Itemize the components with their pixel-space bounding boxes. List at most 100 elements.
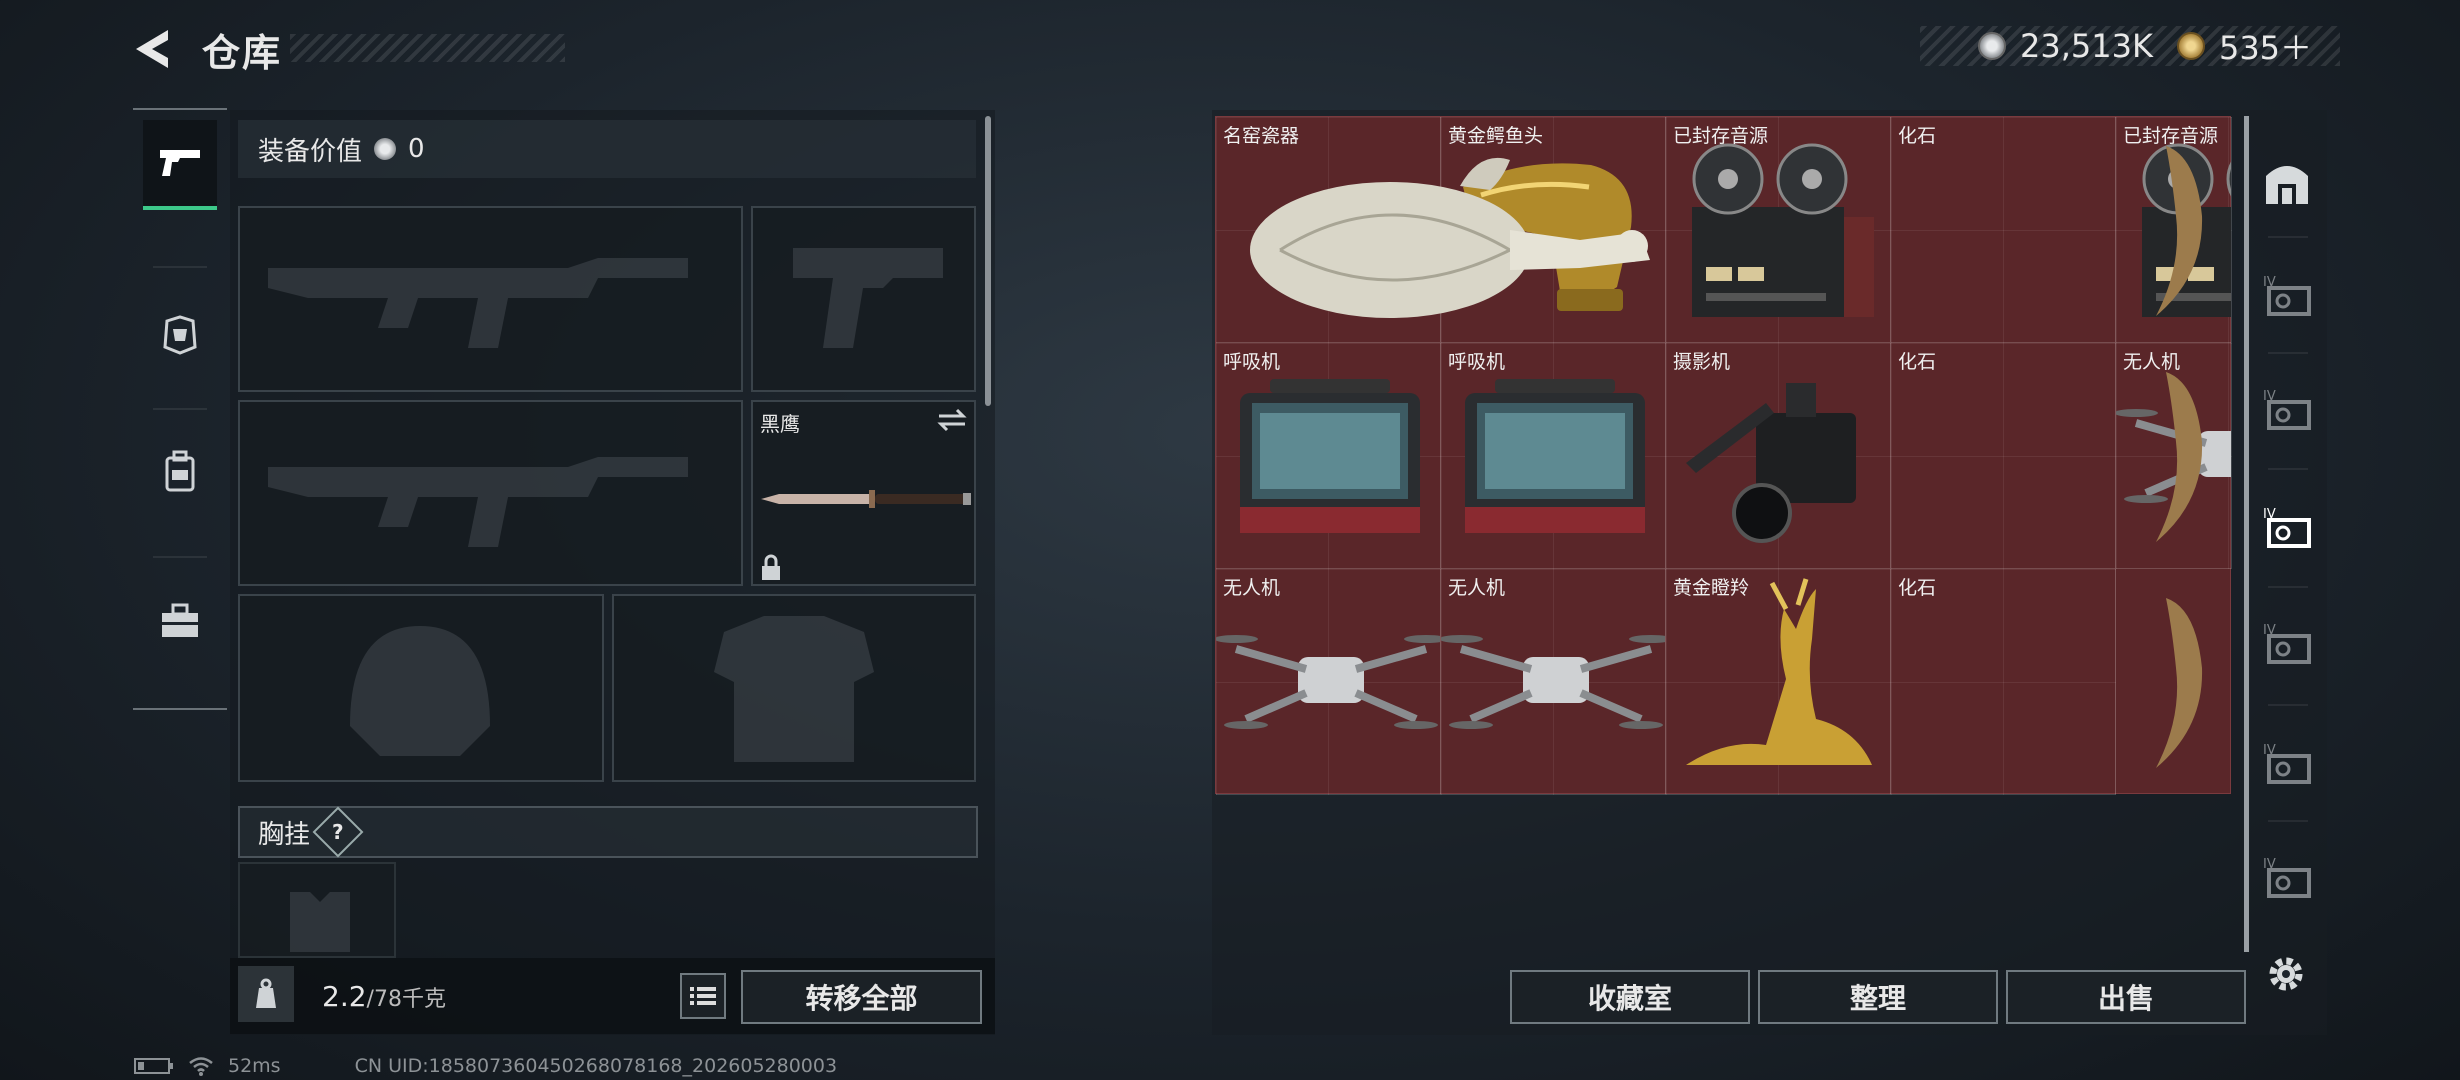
item-name: 无人机 — [1448, 577, 1506, 599]
reel-tape-recorder-icon — [1692, 143, 1874, 317]
stash-item[interactable]: 无人机 — [1216, 569, 1441, 795]
stash-item[interactable]: 摄影机 — [1666, 343, 1891, 569]
stash-item[interactable]: 化石 — [1891, 117, 2116, 343]
porcelain-vase-icon — [1250, 157, 1650, 318]
sell-button[interactable]: 出售 — [2006, 970, 2246, 1024]
transfer-all-button[interactable]: 转移全部 — [741, 970, 982, 1024]
collection-room-button[interactable]: 收藏室 — [1510, 970, 1750, 1024]
combat-knife-icon — [761, 490, 971, 508]
stash-item[interactable]: 呼吸机 — [1216, 343, 1441, 569]
uid-readout: CN UID:185807360450268078168_20260528000… — [354, 1055, 838, 1077]
weight-max: /78千克 — [366, 987, 446, 1012]
crate-iv-icon: IV — [2263, 743, 2311, 784]
list-view-button[interactable] — [680, 973, 726, 1019]
item-name: 黄金瞪羚 — [1673, 577, 1750, 599]
item-name: 呼吸机 — [1223, 351, 1281, 373]
item-name: 化石 — [1898, 125, 1937, 147]
tab-weapons[interactable] — [143, 120, 217, 210]
primary-weapon-slot[interactable] — [238, 206, 743, 392]
pistol-silhouette-icon — [793, 248, 943, 348]
vault-icon — [2266, 166, 2308, 204]
stash-tab-rail: IV IV IV IV IV IV — [2254, 116, 2320, 936]
back-arrow-icon[interactable] — [128, 24, 178, 74]
video-camera-icon — [1686, 383, 1856, 543]
lock-icon — [762, 554, 780, 580]
crate-tab-1[interactable]: IV — [2260, 268, 2314, 322]
chest-rig-slot[interactable] — [238, 862, 396, 958]
gold-amount[interactable]: 535＋ — [2219, 23, 2312, 69]
ventilator-icon — [1465, 379, 1645, 533]
crate-iv-icon: IV — [2263, 275, 2311, 316]
backpack-icon — [165, 450, 195, 492]
tab-gear[interactable] — [143, 290, 217, 380]
armor-slot[interactable] — [612, 594, 976, 782]
equipment-value-label: 装备价值 — [258, 136, 363, 167]
stash-item[interactable]: 呼吸机 — [1441, 343, 1666, 569]
item-name: 黄金鳄鱼头 — [1448, 125, 1544, 147]
stash-item[interactable]: 黄金瞪羚 — [1666, 569, 1891, 795]
crate-tab-5[interactable]: IV — [2260, 736, 2314, 790]
vault-tab[interactable] — [2260, 156, 2314, 210]
swap-icon[interactable] — [937, 408, 967, 432]
crate-tab-2[interactable]: IV — [2260, 382, 2314, 436]
helmet-slot[interactable] — [238, 594, 604, 782]
weight-icon — [238, 966, 294, 1022]
crate-iv-icon: IV — [2263, 857, 2311, 898]
stash-item[interactable]: 化石 — [1891, 343, 2116, 569]
crate-iv-icon: IV — [2263, 623, 2311, 664]
item-name: 化石 — [1898, 351, 1937, 373]
item-name: 名窑瓷器 — [1223, 125, 1300, 147]
item-name: 化石 — [1898, 577, 1937, 599]
pistol-icon — [160, 150, 200, 176]
sort-button[interactable]: 整理 — [1758, 970, 1998, 1024]
crate-iv-icon: IV — [2263, 507, 2311, 548]
melee-item-name: 黑鹰 — [760, 412, 800, 436]
stash-item[interactable]: 化石 — [1891, 569, 2116, 795]
crate-iv-icon: IV — [2263, 389, 2311, 430]
crate-tab-4[interactable]: IV — [2260, 616, 2314, 670]
item-name: 摄影机 — [1673, 351, 1731, 373]
equipment-value: 0 — [408, 134, 425, 164]
vest-silhouette-icon — [290, 892, 350, 952]
helmet-silhouette-icon — [350, 626, 490, 756]
title-stripe — [290, 34, 565, 62]
ventilator-icon — [1240, 379, 1420, 533]
item-name: 呼吸机 — [1448, 351, 1506, 373]
weight-readout: 2.2/78千克 — [322, 980, 446, 1013]
crate-tab-3-active[interactable]: IV — [2260, 500, 2314, 554]
page-title: 仓库 — [202, 31, 283, 75]
tertiary-weapon-slot[interactable] — [238, 400, 743, 586]
gear-icon[interactable] — [2264, 952, 2308, 996]
item-name: 无人机 — [1223, 577, 1281, 599]
rifle-silhouette-icon — [268, 258, 688, 348]
silver-coin-icon — [1978, 32, 2006, 60]
equipment-value-bar: 装备价值 0 — [238, 120, 976, 178]
status-bar: 52ms CN UID:185807360450268078168_202605… — [134, 1054, 837, 1078]
tab-backpack[interactable] — [143, 426, 217, 516]
fossil-claw-icon — [2156, 146, 2203, 316]
silver-amount: 23,513K — [2020, 27, 2153, 65]
crate-tab-6[interactable]: IV — [2260, 850, 2314, 904]
stash-item[interactable]: 无人机 — [1441, 569, 1666, 795]
loadout-scrollbar[interactable] — [985, 116, 991, 406]
gold-gazelle-icon — [1686, 578, 1872, 765]
armor-silhouette-icon — [714, 616, 874, 762]
currency-bar: 23,513K 535＋ — [1920, 23, 2340, 69]
secondary-weapon-slot[interactable] — [751, 206, 976, 392]
silver-coin-icon — [374, 138, 397, 160]
fossil-claw-icon — [2156, 598, 2203, 768]
rifle-silhouette-icon — [268, 457, 688, 547]
tab-toolbox[interactable] — [143, 576, 217, 666]
drone-icon — [1441, 635, 1665, 729]
gold-coin-icon — [2176, 32, 2205, 60]
help-icon[interactable]: ? — [312, 806, 364, 858]
stash-scrollbar[interactable] — [2244, 116, 2249, 952]
loadout-tabs — [133, 108, 227, 710]
item-name: 无人机 — [2123, 351, 2181, 373]
toolbox-icon — [162, 603, 198, 637]
battery-icon — [134, 1058, 173, 1074]
weight-current: 2.2 — [322, 980, 367, 1013]
helmet-icon — [163, 315, 197, 355]
stash-item[interactable]: 已封存音源 — [1666, 117, 1891, 343]
drone-icon — [1216, 635, 1440, 729]
